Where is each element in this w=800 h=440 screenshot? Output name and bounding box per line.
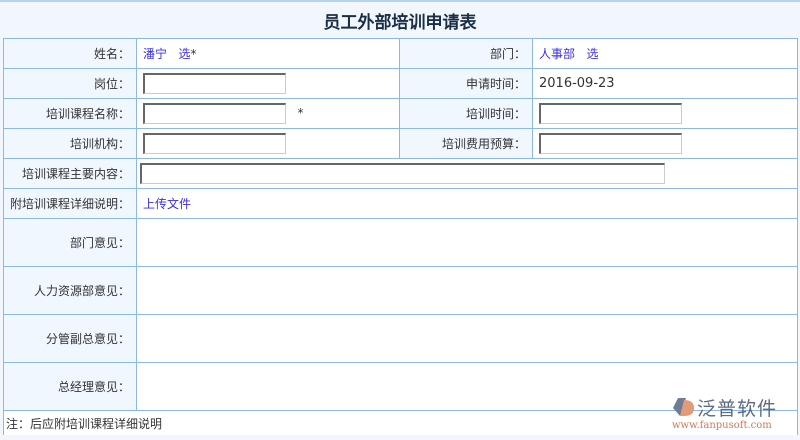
fanpusoft-logo: 泛普软件 www.fanpusoft.com [672, 394, 797, 434]
content-input[interactable] [140, 163, 665, 184]
vp-opinion-cell [136, 314, 798, 363]
dept-label: 部门： [399, 38, 533, 69]
required-mark: * [190, 47, 197, 61]
apply-time-label: 申请时间： [399, 68, 533, 99]
org-input[interactable] [143, 133, 286, 154]
form-title: 员工外部培训申请表 [323, 13, 477, 33]
content-label: 培训课程主要内容： [3, 158, 137, 189]
apply-time-value: 2016-09-23 [532, 68, 798, 99]
budget-label: 培训费用预算： [399, 128, 533, 159]
hr-opinion-cell [136, 266, 798, 315]
vp-opinion-label: 分管副总意见： [3, 314, 137, 363]
course-label: 培训课程名称： [3, 98, 137, 129]
position-input[interactable] [143, 73, 286, 94]
attach-label: 附培训课程详细说明： [3, 188, 137, 219]
dept-select-link[interactable]: 选 [586, 47, 598, 61]
name-label: 姓名： [3, 38, 137, 69]
top-border [0, 0, 800, 2]
dept-opinion-cell [136, 218, 798, 267]
hr-opinion-label: 人力资源部意见： [3, 266, 137, 315]
position-label: 岗位： [3, 68, 137, 99]
required-mark: * [297, 106, 304, 120]
name-select-link[interactable]: 选 [178, 47, 190, 61]
name-cell: 潘宁 选* [136, 38, 400, 69]
gm-opinion-label: 总经理意见： [3, 362, 137, 411]
name-value[interactable]: 潘宁 [143, 47, 167, 61]
course-input[interactable] [143, 103, 286, 124]
upload-file-link[interactable]: 上传文件 [143, 197, 191, 211]
budget-input[interactable] [539, 133, 682, 154]
train-time-input[interactable] [539, 103, 682, 124]
dept-value[interactable]: 人事部 [539, 47, 575, 61]
application-form: 姓名： 潘宁 选* 部门： 人事部 选 岗位： 申请时间： 2016-09-23… [3, 38, 798, 435]
logo-mark-icon [673, 398, 694, 416]
dept-opinion-label: 部门意见： [3, 218, 137, 267]
dept-cell: 人事部 选 [532, 38, 798, 69]
logo-text: 泛普软件 [697, 398, 778, 420]
org-label: 培训机构： [3, 128, 137, 159]
train-time-label: 培训时间： [399, 98, 533, 129]
logo-url: www.fanpusoft.com [672, 420, 772, 431]
